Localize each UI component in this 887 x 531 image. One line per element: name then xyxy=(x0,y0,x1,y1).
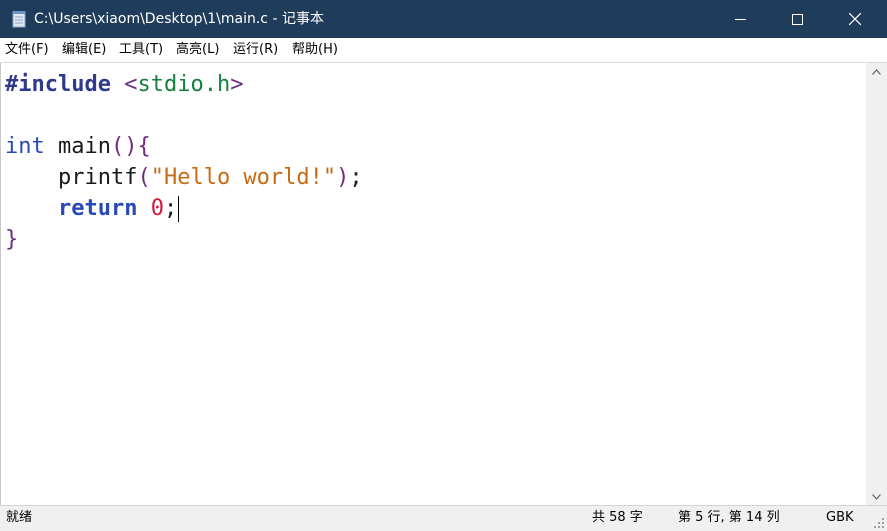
type-keyword: int xyxy=(5,134,45,159)
include-close: > xyxy=(230,72,244,97)
function-name: main xyxy=(44,134,111,159)
minimize-button[interactable] xyxy=(717,0,763,38)
open-brace: { xyxy=(137,134,151,159)
resize-grip-icon[interactable] xyxy=(873,517,885,529)
semicolon: ; xyxy=(163,196,178,221)
menu-file[interactable]: 文件(F) xyxy=(5,38,49,62)
status-cursor-position: 第 5 行, 第 14 列 xyxy=(678,510,780,525)
status-char-count: 共 58 字 xyxy=(592,510,643,525)
call-name: printf xyxy=(57,165,138,190)
code-line-5: return 0; xyxy=(5,193,180,224)
chevron-down-icon xyxy=(872,493,881,500)
number-literal: 0 xyxy=(150,196,164,221)
notepad-icon[interactable] xyxy=(12,10,26,28)
menu-highlight[interactable]: 高亮(L) xyxy=(176,38,219,62)
chevron-up-icon xyxy=(872,68,881,75)
code-line-3: int main(){ xyxy=(5,131,151,162)
maximize-button[interactable] xyxy=(774,0,820,38)
code-line-6: } xyxy=(5,224,18,255)
minimize-icon xyxy=(734,18,746,20)
include-open: < xyxy=(124,72,138,97)
status-encoding: GBK xyxy=(826,510,854,525)
scroll-down-button[interactable] xyxy=(866,488,887,505)
call-close: ) xyxy=(336,165,350,190)
preprocessor-directive: #include xyxy=(5,72,111,97)
close-icon xyxy=(849,13,861,25)
close-button[interactable] xyxy=(832,0,878,38)
include-file: stdio.h xyxy=(137,72,231,97)
window-title: C:\Users\xiaom\Desktop\1\main.c - 记事本 xyxy=(34,11,324,27)
code-line-4: printf("Hello world!"); xyxy=(5,162,363,193)
return-keyword: return xyxy=(57,196,138,221)
menu-edit[interactable]: 编辑(E) xyxy=(62,38,106,62)
menu-bar: 文件(F) 编辑(E) 工具(T) 高亮(L) 运行(R) 帮助(H) xyxy=(0,38,887,63)
string-literal: "Hello world!" xyxy=(150,165,337,190)
menu-run[interactable]: 运行(R) xyxy=(233,38,278,62)
scroll-up-button[interactable] xyxy=(866,63,887,80)
text-editor[interactable]: #include <stdio.h> int main(){ printf("H… xyxy=(0,63,867,505)
status-bar: 就绪 共 58 字 第 5 行, 第 14 列 GBK xyxy=(0,505,887,531)
status-state: 就绪 xyxy=(6,510,33,525)
maximize-icon xyxy=(791,13,803,25)
text-caret xyxy=(178,196,180,222)
call-open: ( xyxy=(137,165,151,190)
title-bar: C:\Users\xiaom\Desktop\1\main.c - 记事本 xyxy=(0,0,887,38)
menu-tools[interactable]: 工具(T) xyxy=(119,38,163,62)
semicolon: ; xyxy=(349,165,363,190)
close-brace: } xyxy=(5,227,19,252)
parens: () xyxy=(110,134,138,159)
vertical-scrollbar[interactable] xyxy=(866,63,887,505)
code-line-1: #include <stdio.h> xyxy=(5,69,243,100)
menu-help[interactable]: 帮助(H) xyxy=(292,38,338,62)
